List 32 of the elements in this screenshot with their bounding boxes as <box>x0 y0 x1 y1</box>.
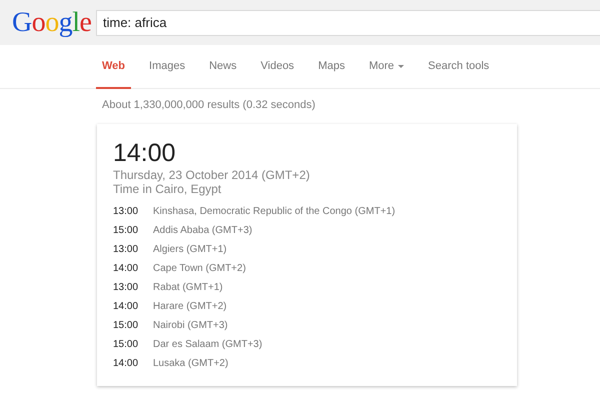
city-time: 14:00 <box>113 262 140 276</box>
city-time: 13:00 <box>113 205 140 219</box>
city-name: Kinshasa, Democratic Republic of the Congo (GMT+1) <box>153 205 396 219</box>
city-time: 15:00 <box>113 319 140 333</box>
city-time: 14:00 <box>113 300 140 314</box>
nav-tab[interactable]: Web <box>96 45 132 89</box>
city-time: 14:00 <box>113 357 140 371</box>
city-name: Rabat (GMT+1) <box>153 281 224 295</box>
city-time: 15:00 <box>113 338 140 352</box>
date-text: Thursday, 23 October 2014 (GMT+2) <box>113 168 311 182</box>
city-name: Dar es Salaam (GMT+3) <box>153 338 264 352</box>
city-time: 13:00 <box>113 243 140 257</box>
result-stats: About 1,330,000,000 results (0.32 seconds) <box>101 98 316 113</box>
nav-tab[interactable]: More <box>362 45 410 89</box>
city-time: 13:00 <box>113 281 140 295</box>
location-text: Time in Cairo, Egypt <box>113 182 222 196</box>
city-name: Nairobi (GMT+3) <box>153 319 229 333</box>
search-field[interactable]: time: africa <box>96 10 600 36</box>
city-name: Addis Ababa (GMT+3) <box>153 224 254 238</box>
google-logo[interactable]: Google <box>12 8 96 36</box>
nav-tab[interactable]: Search tools <box>422 45 496 89</box>
caret-icon <box>398 64 404 68</box>
nav-tab[interactable]: Images <box>143 45 192 89</box>
city-name: Harare (GMT+2) <box>153 300 228 314</box>
nav-tab[interactable]: News <box>203 45 243 89</box>
city-time: 15:00 <box>113 224 140 238</box>
nav-tab[interactable]: Maps <box>312 45 351 89</box>
city-name: Lusaka (GMT+2) <box>153 357 230 371</box>
nav-tab[interactable]: Videos <box>254 45 300 89</box>
city-name: Algiers (GMT+1) <box>153 243 228 257</box>
city-name: Cape Town (GMT+2) <box>153 262 247 276</box>
current-time: 14:00 <box>113 138 177 168</box>
